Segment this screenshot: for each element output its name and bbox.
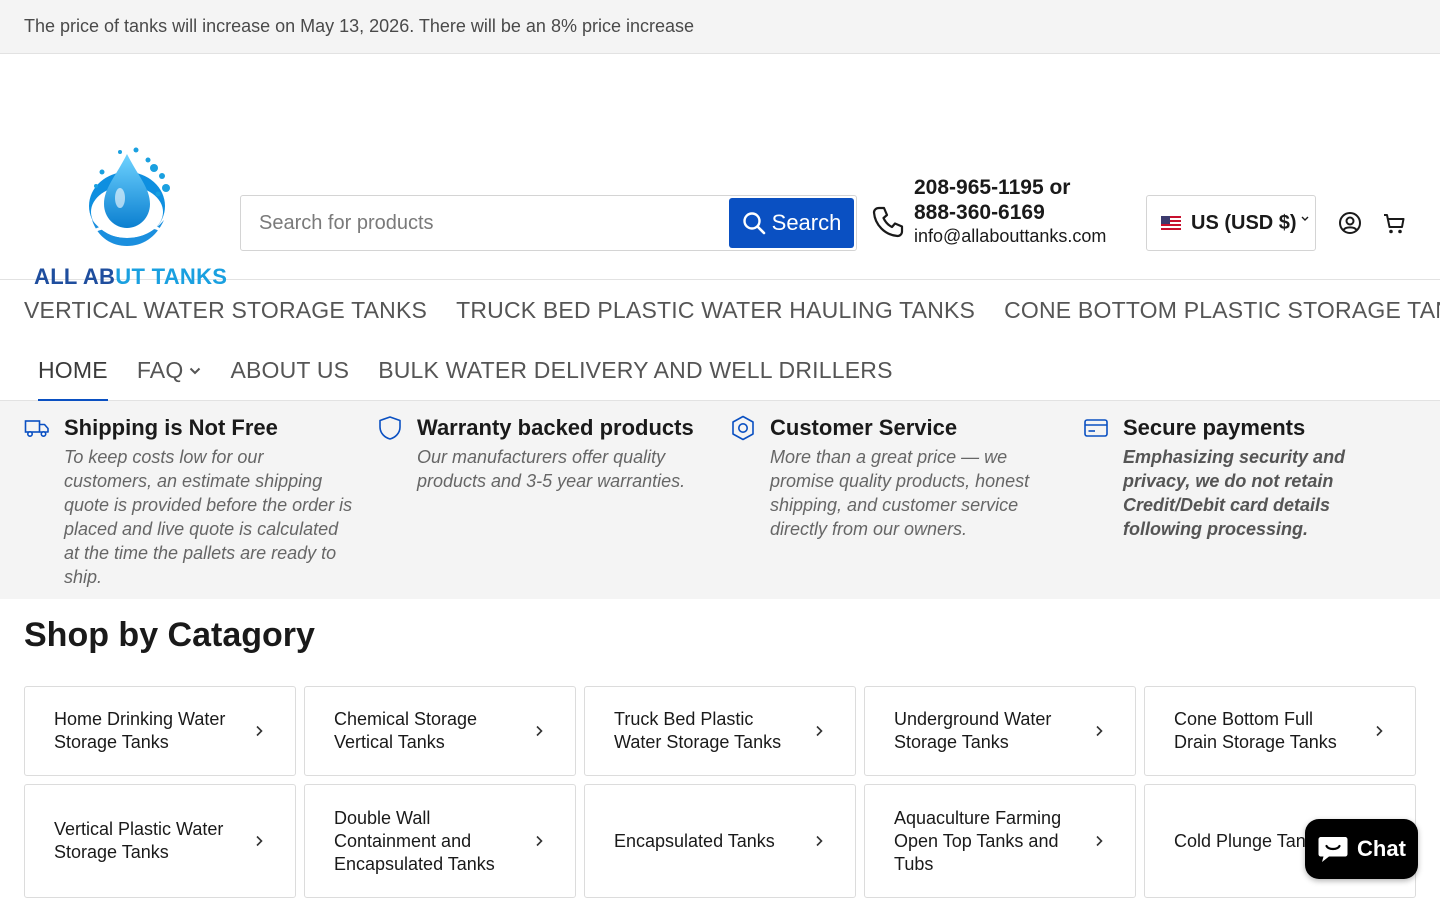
feature-title: Secure payments xyxy=(1123,415,1306,440)
feature-text: To keep costs low for our customers, an … xyxy=(64,447,353,587)
chevron-right-icon xyxy=(256,835,263,847)
nav-row-1: VERTICAL WATER STORAGE TANKS TRUCK BED P… xyxy=(24,297,1440,324)
phone-icon xyxy=(872,206,904,238)
search-button[interactable]: Search xyxy=(729,198,854,248)
chat-bubble-icon xyxy=(1318,837,1348,862)
chat-label: Chat xyxy=(1357,836,1406,861)
chevron-right-icon xyxy=(816,725,823,737)
category-label: Truck Bed Plastic Water Storage Tanks xyxy=(614,709,782,752)
category-label: Chemical Storage Vertical Tanks xyxy=(334,709,478,752)
nav-item-faq[interactable]: FAQ xyxy=(137,357,202,384)
account-icon[interactable] xyxy=(1336,209,1364,237)
category-label: Double Wall Containment and Encapsulated… xyxy=(334,807,495,874)
currency-label: US (USD $) xyxy=(1191,211,1297,234)
feature-title: Shipping is Not Free xyxy=(64,415,278,440)
contact-info: 208-965-1195 or 888-360-6169 info@allabo… xyxy=(914,175,1114,247)
section-title: Shop by Catagory xyxy=(24,616,315,654)
category-card[interactable]: Vertical Plastic Water Storage Tanks xyxy=(24,784,296,898)
chevron-down-icon xyxy=(190,367,201,374)
chevron-down-icon xyxy=(1301,216,1309,221)
hexagon-badge-icon xyxy=(732,415,754,441)
chevron-right-icon xyxy=(816,835,823,847)
announcement-bar: The price of tanks will increase on May … xyxy=(0,0,1440,54)
water-drop-logo-icon xyxy=(89,147,170,246)
credit-card-icon xyxy=(1084,419,1108,437)
category-card[interactable]: Truck Bed Plastic Water Storage Tanks xyxy=(584,686,856,776)
nav-item-truck-bed-tanks[interactable]: TRUCK BED PLASTIC WATER HAULING TANKS xyxy=(456,297,975,324)
nav-item-about-us[interactable]: ABOUT US xyxy=(230,357,349,384)
nav-row-2: HOME FAQ ABOUT US BULK WATER DELIVERY AN… xyxy=(38,357,893,402)
chevron-right-icon xyxy=(536,835,543,847)
nav-item-home[interactable]: HOME xyxy=(38,357,108,402)
chevron-right-icon xyxy=(536,725,543,737)
currency-selector[interactable]: US (USD $) xyxy=(1146,195,1316,251)
category-label: Encapsulated Tanks xyxy=(614,830,775,851)
chat-widget-button[interactable]: Chat xyxy=(1305,819,1418,879)
cart-icon[interactable] xyxy=(1380,209,1408,237)
email-address[interactable]: info@allabouttanks.com xyxy=(914,225,1114,247)
category-card[interactable]: Double Wall Containment and Encapsulated… xyxy=(304,784,576,898)
chevron-right-icon xyxy=(256,725,263,737)
features-strip: Shipping is Not Free To keep costs low f… xyxy=(0,401,1440,599)
search-icon xyxy=(742,212,765,235)
category-card[interactable]: Aquaculture Farming Open Top Tanks and T… xyxy=(864,784,1136,898)
nav-item-faq-label: FAQ xyxy=(136,357,184,383)
feature-text: More than a great price — we promise qua… xyxy=(770,447,1030,539)
category-label: Cone Bottom Full Drain Storage Tanks xyxy=(1174,709,1337,752)
main-navigation: VERTICAL WATER STORAGE TANKS TRUCK BED P… xyxy=(0,280,1440,402)
category-card[interactable]: Cone Bottom Full Drain Storage Tanks xyxy=(1144,686,1416,776)
chevron-right-icon xyxy=(1376,725,1383,737)
nav-item-bulk-water-delivery[interactable]: BULK WATER DELIVERY AND WELL DRILLERS xyxy=(378,357,892,384)
nav-item-vertical-water-storage-tanks[interactable]: VERTICAL WATER STORAGE TANKS xyxy=(24,297,427,324)
feature-title: Warranty backed products xyxy=(417,415,694,440)
feature-text: Our manufacturers offer quality products… xyxy=(417,447,686,491)
category-label: Home Drinking Water Storage Tanks xyxy=(54,709,226,752)
category-card[interactable]: Underground Water Storage Tanks xyxy=(864,686,1136,776)
phone-numbers[interactable]: 208-965-1195 or 888-360-6169 xyxy=(914,175,1114,225)
truck-icon xyxy=(24,420,49,437)
chevron-right-icon xyxy=(1096,835,1103,847)
category-card[interactable]: Home Drinking Water Storage Tanks xyxy=(24,686,296,776)
announcement-text: The price of tanks will increase on May … xyxy=(24,16,695,36)
site-logo[interactable]: ALL ABUT TANKS xyxy=(30,146,235,296)
search-input[interactable] xyxy=(241,196,729,250)
feature-title: Customer Service xyxy=(770,415,958,440)
us-flag-icon xyxy=(1161,216,1181,230)
feature-text: Emphasizing security and privacy, we do … xyxy=(1123,447,1346,539)
search-button-label: Search xyxy=(771,210,842,235)
category-card[interactable]: Chemical Storage Vertical Tanks xyxy=(304,686,576,776)
nav-item-cone-bottom-tanks[interactable]: CONE BOTTOM PLASTIC STORAGE TANKS xyxy=(1004,297,1440,324)
category-card[interactable]: Encapsulated Tanks xyxy=(584,784,856,898)
category-label: Underground Water Storage Tanks xyxy=(894,709,1052,752)
search-form: Search xyxy=(240,195,857,251)
chevron-right-icon xyxy=(1096,725,1103,737)
category-grid: Home Drinking Water Storage Tanks Chemic… xyxy=(24,686,1416,898)
site-header: ALL ABUT TANKS Search 208-965-1195 or 88… xyxy=(0,54,1440,289)
category-label: Aquaculture Farming Open Top Tanks and T… xyxy=(894,807,1062,874)
category-label: Vertical Plastic Water Storage Tanks xyxy=(54,819,224,862)
shield-icon xyxy=(379,416,401,440)
nav-item-home-label: HOME xyxy=(38,357,108,383)
